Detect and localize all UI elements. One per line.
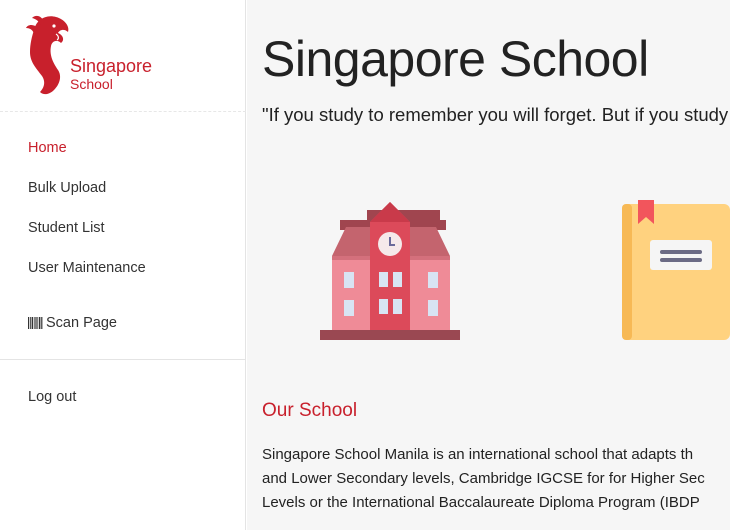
notebook-icon (622, 200, 730, 340)
sidebar-item-bulk-upload[interactable]: Bulk Upload (0, 168, 246, 208)
brand-name-line2: School (70, 76, 113, 92)
brand-name: Singapore School (70, 56, 152, 92)
paragraph-line: Levels or the International Baccalaureat… (262, 494, 700, 511)
sidebar-nav: Home Bulk Upload Student List User Maint… (0, 128, 246, 343)
sidebar-item-student-list[interactable]: Student List (0, 208, 246, 248)
sidebar: Singapore School Home Bulk Upload Studen… (0, 0, 246, 530)
school-building-icon (320, 202, 460, 340)
page-quote: "If you study to remember you will forge… (262, 104, 730, 125)
merlion-logo-icon (26, 15, 69, 95)
sidebar-item-scan-page[interactable]: Scan Page (0, 303, 246, 343)
brand-logo[interactable]: Singapore School (24, 12, 224, 102)
logout-section: Log out (0, 377, 246, 417)
sidebar-item-user-maintenance[interactable]: User Maintenance (0, 248, 246, 288)
scan-page-label: Scan Page (46, 315, 117, 331)
page-title: Singapore School (262, 31, 649, 87)
logout-link[interactable]: Log out (0, 377, 246, 417)
section-title-our-school: Our School (262, 400, 358, 421)
brand-divider (0, 111, 246, 112)
brand-name-line1: Singapore (70, 56, 153, 76)
paragraph-line: Singapore School Manila is an internatio… (262, 446, 694, 463)
barcode-icon (28, 317, 43, 329)
nav-divider (0, 359, 246, 360)
main-content: Singapore School "If you study to rememb… (247, 0, 730, 530)
paragraph-line: and Lower Secondary levels, Cambridge IG… (262, 470, 705, 487)
sidebar-item-home[interactable]: Home (0, 128, 246, 168)
school-description: Singapore School Manila is an internatio… (262, 443, 730, 515)
